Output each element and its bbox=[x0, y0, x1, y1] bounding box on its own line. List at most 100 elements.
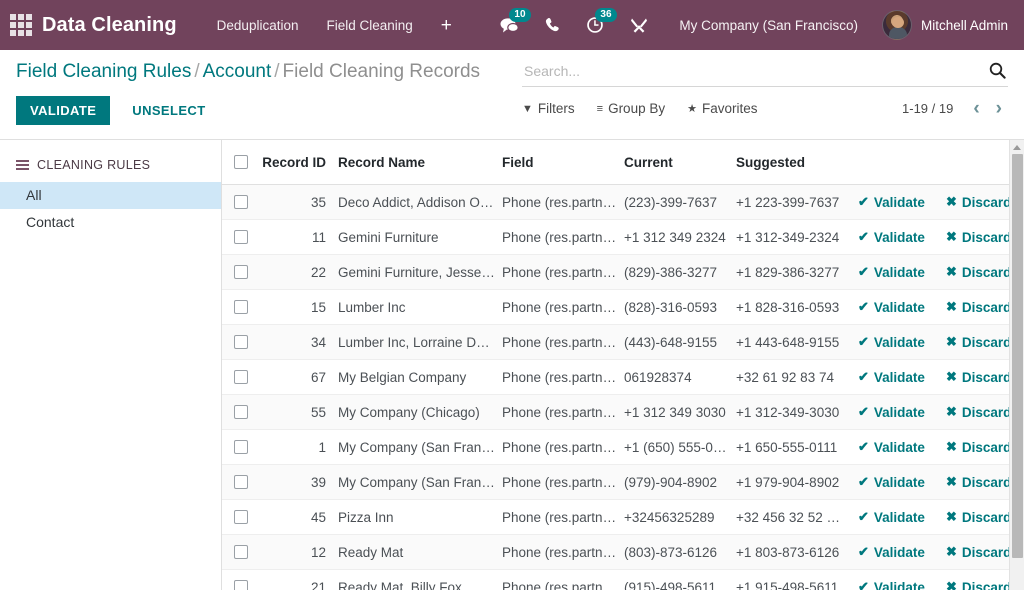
row-checkbox[interactable] bbox=[234, 335, 248, 349]
row-checkbox[interactable] bbox=[234, 475, 248, 489]
row-checkbox[interactable] bbox=[234, 405, 248, 419]
scrollbar-thumb[interactable] bbox=[1012, 154, 1023, 558]
nav-item-field-cleaning[interactable]: Field Cleaning bbox=[312, 12, 426, 39]
scrollbar-up-arrow-icon[interactable] bbox=[1010, 140, 1024, 154]
table-row[interactable]: 11Gemini FurniturePhone (res.partner)+1 … bbox=[222, 220, 1024, 255]
validate-button[interactable]: VALIDATE bbox=[16, 96, 110, 125]
favorites-button[interactable]: ★ Favorites bbox=[687, 101, 757, 116]
discard-link[interactable]: ✖Discard bbox=[946, 264, 1011, 280]
row-select-cell bbox=[222, 360, 260, 395]
validate-link[interactable]: ✔Validate bbox=[858, 474, 925, 490]
cell-current: (915)-498-5611 bbox=[624, 570, 736, 590]
cross-icon: ✖ bbox=[946, 369, 957, 385]
discard-link[interactable]: ✖Discard bbox=[946, 334, 1011, 350]
row-checkbox[interactable] bbox=[234, 510, 248, 524]
table-row[interactable]: 15Lumber IncPhone (res.partner)(828)-316… bbox=[222, 290, 1024, 325]
sidebar-item-all[interactable]: All bbox=[0, 182, 221, 209]
phone-icon[interactable] bbox=[532, 0, 573, 50]
row-checkbox[interactable] bbox=[234, 545, 248, 559]
row-checkbox[interactable] bbox=[234, 580, 248, 590]
validate-link-label: Validate bbox=[874, 510, 925, 525]
validate-link[interactable]: ✔Validate bbox=[858, 194, 925, 210]
nav-add-button[interactable]: + bbox=[427, 14, 466, 37]
table-row[interactable]: 21Ready Mat, Billy FoxPhone (res.partner… bbox=[222, 570, 1024, 590]
cell-record-id: 22 bbox=[260, 255, 338, 290]
cross-icon: ✖ bbox=[946, 509, 957, 525]
row-checkbox[interactable] bbox=[234, 265, 248, 279]
table-row[interactable]: 1My Company (San Franc…Phone (res.partne… bbox=[222, 430, 1024, 465]
sidebar-item-contact[interactable]: Contact bbox=[0, 209, 221, 236]
table-row[interactable]: 34Lumber Inc, Lorraine Do…Phone (res.par… bbox=[222, 325, 1024, 360]
row-checkbox[interactable] bbox=[234, 230, 248, 244]
discard-link[interactable]: ✖Discard bbox=[946, 194, 1011, 210]
hamburger-icon bbox=[16, 160, 29, 170]
validate-link[interactable]: ✔Validate bbox=[858, 369, 925, 385]
nav-item-deduplication[interactable]: Deduplication bbox=[203, 12, 313, 39]
discard-link[interactable]: ✖Discard bbox=[946, 439, 1011, 455]
unselect-button[interactable]: UNSELECT bbox=[118, 96, 219, 125]
pager-previous-button[interactable]: ‹ bbox=[967, 99, 985, 118]
discard-link-label: Discard bbox=[962, 440, 1012, 455]
discard-link[interactable]: ✖Discard bbox=[946, 299, 1011, 315]
breadcrumb-item-account[interactable]: Account bbox=[203, 61, 272, 82]
discard-link-label: Discard bbox=[962, 335, 1012, 350]
discard-link[interactable]: ✖Discard bbox=[946, 544, 1011, 560]
column-header-field[interactable]: Field bbox=[502, 140, 624, 185]
cell-suggested: +1 829-386-3277 bbox=[736, 255, 858, 290]
column-header-suggested[interactable]: Suggested bbox=[736, 140, 858, 185]
column-header-record-name[interactable]: Record Name bbox=[338, 140, 502, 185]
activities-clock-icon[interactable]: 36 bbox=[573, 0, 617, 50]
row-checkbox[interactable] bbox=[234, 195, 248, 209]
breadcrumb-item-field-cleaning-rules[interactable]: Field Cleaning Rules bbox=[16, 61, 191, 82]
validate-link[interactable]: ✔Validate bbox=[858, 439, 925, 455]
validate-link[interactable]: ✔Validate bbox=[858, 404, 925, 420]
messages-icon[interactable]: 10 bbox=[487, 0, 532, 50]
validate-link[interactable]: ✔Validate bbox=[858, 544, 925, 560]
validate-link[interactable]: ✔Validate bbox=[858, 579, 925, 590]
discard-link[interactable]: ✖Discard bbox=[946, 369, 1011, 385]
select-all-checkbox[interactable] bbox=[234, 155, 248, 169]
filters-button[interactable]: ▼ Filters bbox=[522, 101, 575, 116]
group-by-button[interactable]: ≡ Group By bbox=[597, 101, 665, 116]
table-row[interactable]: 22Gemini Furniture, Jesse …Phone (res.pa… bbox=[222, 255, 1024, 290]
cell-current: (803)-873-6126 bbox=[624, 535, 736, 570]
cell-record-id: 34 bbox=[260, 325, 338, 360]
validate-link[interactable]: ✔Validate bbox=[858, 299, 925, 315]
navbar-right-zone: 10 36 My Company (San Francisco) bbox=[487, 0, 1008, 50]
validate-link[interactable]: ✔Validate bbox=[858, 509, 925, 525]
vertical-scrollbar[interactable] bbox=[1009, 140, 1024, 590]
discard-link[interactable]: ✖Discard bbox=[946, 579, 1011, 590]
control-panel-right: ▼ Filters ≡ Group By ★ Favorites 1-19 / … bbox=[506, 60, 1008, 118]
row-checkbox[interactable] bbox=[234, 370, 248, 384]
row-checkbox[interactable] bbox=[234, 440, 248, 454]
row-checkbox[interactable] bbox=[234, 300, 248, 314]
company-selector[interactable]: My Company (San Francisco) bbox=[661, 18, 872, 33]
cross-icon: ✖ bbox=[946, 404, 957, 420]
search-input[interactable] bbox=[524, 63, 983, 79]
cross-icon: ✖ bbox=[946, 194, 957, 210]
discard-link[interactable]: ✖Discard bbox=[946, 404, 1011, 420]
validate-link[interactable]: ✔Validate bbox=[858, 229, 925, 245]
discard-link[interactable]: ✖Discard bbox=[946, 474, 1011, 490]
table-row[interactable]: 45Pizza InnPhone (res.partner)+324563252… bbox=[222, 500, 1024, 535]
table-row[interactable]: 67My Belgian CompanyPhone (res.partner)0… bbox=[222, 360, 1024, 395]
table-row[interactable]: 12Ready MatPhone (res.partner)(803)-873-… bbox=[222, 535, 1024, 570]
validate-link[interactable]: ✔Validate bbox=[858, 334, 925, 350]
column-header-record-id[interactable]: Record ID bbox=[260, 140, 338, 185]
pager-next-button[interactable]: › bbox=[990, 99, 1008, 118]
table-row[interactable]: 39My Company (San Franc…Phone (res.partn… bbox=[222, 465, 1024, 500]
table-row[interactable]: 55My Company (Chicago)Phone (res.partner… bbox=[222, 395, 1024, 430]
validate-link[interactable]: ✔Validate bbox=[858, 264, 925, 280]
search-icon[interactable] bbox=[983, 62, 1006, 79]
cell-current: +1 312 349 2324 bbox=[624, 220, 736, 255]
table-row[interactable]: 35Deco Addict, Addison Ol…Phone (res.par… bbox=[222, 185, 1024, 220]
tools-wrench-icon[interactable] bbox=[617, 0, 661, 50]
discard-link[interactable]: ✖Discard bbox=[946, 509, 1011, 525]
column-header-current[interactable]: Current bbox=[624, 140, 736, 185]
apps-grid-icon[interactable] bbox=[8, 12, 34, 38]
cell-validate-action: ✔Validate bbox=[858, 290, 946, 325]
discard-link[interactable]: ✖Discard bbox=[946, 229, 1011, 245]
validate-link-label: Validate bbox=[874, 300, 925, 315]
user-menu[interactable]: Mitchell Admin bbox=[872, 10, 1008, 40]
app-brand-title[interactable]: Data Cleaning bbox=[42, 14, 177, 37]
